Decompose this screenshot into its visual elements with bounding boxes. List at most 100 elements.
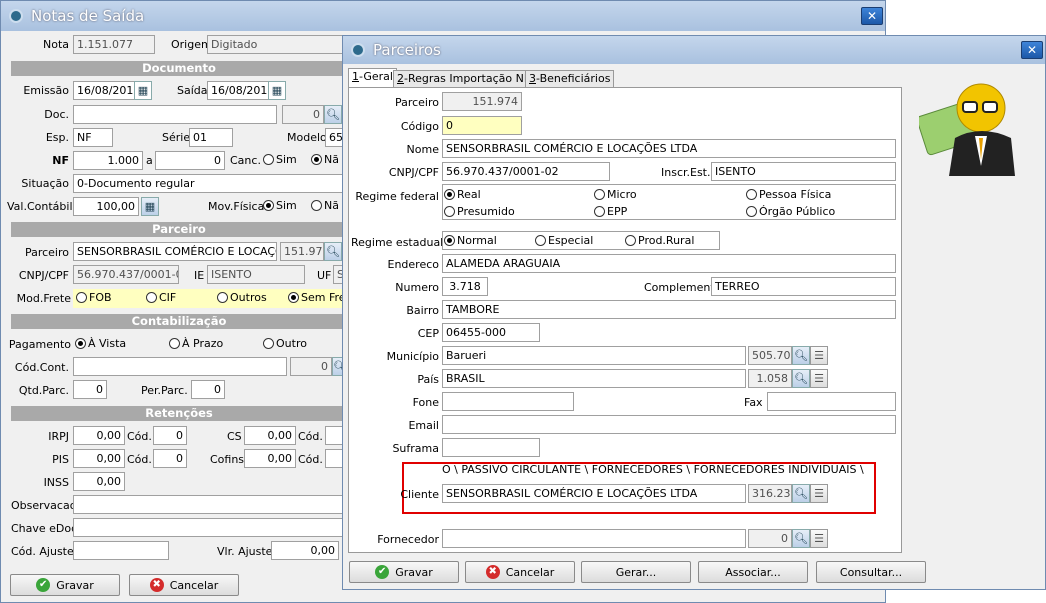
close-icon[interactable]: ✕ bbox=[1021, 41, 1043, 59]
pag-prazo-radio[interactable]: À Prazo bbox=[169, 337, 223, 350]
list-icon[interactable]: ☰ bbox=[810, 346, 828, 365]
ie-field[interactable]: ISENTO bbox=[207, 265, 305, 284]
complemento-field[interactable]: TERREO bbox=[711, 277, 896, 296]
cliente-field[interactable]: SENSORBRASIL COMÉRCIO E LOCAÇÕES LTDA bbox=[442, 484, 746, 503]
qtd-parc-field[interactable]: 0 bbox=[73, 380, 107, 399]
pis-cod-field[interactable]: 0 bbox=[153, 449, 187, 468]
frete-sem-radio[interactable]: Sem Fre bbox=[288, 291, 346, 304]
esp-field[interactable]: NF bbox=[73, 128, 113, 147]
calendar-icon[interactable]: ▦ bbox=[134, 81, 152, 100]
tab-geral[interactable]: 1-Geral bbox=[348, 68, 397, 88]
nf-to-field[interactable]: 0 bbox=[155, 151, 225, 170]
re-normal-radio[interactable]: Normal bbox=[444, 234, 497, 247]
cofins-field[interactable]: 0,00 bbox=[244, 449, 296, 468]
fax-field[interactable] bbox=[767, 392, 896, 411]
rf-pf-radio[interactable]: Pessoa Física bbox=[746, 188, 831, 201]
pais-code-field[interactable]: 1.058 bbox=[748, 369, 792, 388]
search-icon[interactable]: 🔍︎ bbox=[792, 369, 810, 388]
cod-cont-field[interactable] bbox=[73, 357, 287, 376]
close-icon[interactable]: ✕ bbox=[861, 7, 883, 25]
cliente-code-field[interactable]: 316.233 bbox=[748, 484, 792, 503]
inscr-est-field[interactable]: ISENTO bbox=[711, 162, 896, 181]
cnpj-field[interactable]: 56.970.437/0001-02 bbox=[73, 265, 179, 284]
vlr-ajuste-field[interactable]: 0,00 bbox=[271, 541, 339, 560]
cs-field[interactable]: 0,00 bbox=[244, 426, 296, 445]
gravar-button[interactable]: ✔ Gravar bbox=[10, 574, 120, 596]
mov-nao-radio[interactable]: Nã bbox=[311, 199, 339, 212]
parc-gravar-button[interactable]: ✔ Gravar bbox=[349, 561, 459, 583]
cancelar-button[interactable]: ✖ Cancelar bbox=[129, 574, 239, 596]
origem-field[interactable]: Digitado bbox=[207, 35, 347, 54]
list-icon[interactable]: ☰ bbox=[810, 529, 828, 548]
calculator-icon[interactable]: ▦ bbox=[141, 197, 159, 216]
parceiro-field[interactable]: SENSORBRASIL COMÉRCIO E LOCAÇÕES bbox=[73, 242, 277, 261]
nf-from-field[interactable]: 1.000 bbox=[73, 151, 143, 170]
pis-field[interactable]: 0,00 bbox=[73, 449, 125, 468]
canc-nao-radio[interactable]: Nã bbox=[311, 153, 339, 166]
contabilizacao-section: Contabilização bbox=[11, 314, 347, 329]
rf-real-text: Real bbox=[457, 188, 481, 201]
pag-vista-radio[interactable]: À Vista bbox=[75, 337, 126, 350]
cod-ajuste-field[interactable] bbox=[73, 541, 169, 560]
fone-field[interactable] bbox=[442, 392, 574, 411]
municipio-field[interactable]: Barueri bbox=[442, 346, 746, 365]
numero-field[interactable]: 3.718 bbox=[442, 277, 488, 296]
re-especial-radio[interactable]: Especial bbox=[535, 234, 593, 247]
fornecedor-field[interactable] bbox=[442, 529, 746, 548]
tab-beneficiarios[interactable]: 3-Beneficiários bbox=[525, 70, 615, 88]
situacao-field[interactable]: 0-Documento regular bbox=[73, 174, 347, 193]
pais-field[interactable]: BRASIL bbox=[442, 369, 746, 388]
search-icon[interactable]: 🔍︎ bbox=[792, 346, 810, 365]
suframa-field[interactable] bbox=[442, 438, 540, 457]
serie-field[interactable]: 01 bbox=[189, 128, 233, 147]
rf-presumido-radio[interactable]: Presumido bbox=[444, 205, 515, 218]
search-icon[interactable]: 🔍︎ bbox=[792, 484, 810, 503]
parceiro-code-field[interactable]: 151.974 bbox=[442, 92, 522, 111]
list-icon[interactable]: ☰ bbox=[810, 484, 828, 503]
municipio-code-field[interactable]: 505.708 bbox=[748, 346, 792, 365]
gerar-button[interactable]: Gerar... bbox=[581, 561, 691, 583]
search-icon[interactable]: 🔍︎ bbox=[324, 105, 342, 124]
canc-sim-radio[interactable]: Sim bbox=[263, 153, 297, 166]
rf-orgao-radio[interactable]: Órgão Público bbox=[746, 205, 835, 218]
associar-button[interactable]: Associar... bbox=[698, 561, 808, 583]
nome-field[interactable]: SENSORBRASIL COMÉRCIO E LOCAÇÕES LTDA bbox=[442, 139, 896, 158]
irpj-cod-field[interactable]: 0 bbox=[153, 426, 187, 445]
parceiros-titlebar: Parceiros bbox=[343, 36, 1045, 64]
cnpj-field[interactable]: 56.970.437/0001-02 bbox=[442, 162, 610, 181]
per-parc-field[interactable]: 0 bbox=[191, 380, 225, 399]
nota-field[interactable]: 1.151.077 bbox=[73, 35, 155, 54]
calendar-icon[interactable]: ▦ bbox=[268, 81, 286, 100]
frete-fob-radio[interactable]: FOB bbox=[76, 291, 112, 304]
doc-code-field[interactable]: 0 bbox=[282, 105, 324, 124]
rf-micro-radio[interactable]: Micro bbox=[594, 188, 637, 201]
search-icon[interactable]: 🔍︎ bbox=[324, 242, 342, 261]
search-icon[interactable]: 🔍︎ bbox=[792, 529, 810, 548]
email-field[interactable] bbox=[442, 415, 896, 434]
mov-sim-radio[interactable]: Sim bbox=[263, 199, 297, 212]
re-prodrural-radio[interactable]: Prod.Rural bbox=[625, 234, 694, 247]
list-icon[interactable]: ☰ bbox=[810, 369, 828, 388]
consultar-button[interactable]: Consultar... bbox=[816, 561, 926, 583]
observacao-field[interactable] bbox=[73, 495, 347, 514]
cep-field[interactable]: 06455-000 bbox=[442, 323, 540, 342]
nota-label: Nota bbox=[42, 38, 69, 51]
rf-epp-radio[interactable]: EPP bbox=[594, 205, 627, 218]
inss-field[interactable]: 0,00 bbox=[73, 472, 125, 491]
pag-outro-radio[interactable]: Outro bbox=[263, 337, 307, 350]
doc-field[interactable] bbox=[73, 105, 277, 124]
frete-cif-radio[interactable]: CIF bbox=[146, 291, 176, 304]
parceiro-code-field[interactable]: 151.974 bbox=[280, 242, 324, 261]
chave-edoc-field[interactable] bbox=[73, 518, 347, 537]
bairro-field[interactable]: TAMBORE bbox=[442, 300, 896, 319]
frete-outros-radio[interactable]: Outros bbox=[217, 291, 267, 304]
val-contabil-field[interactable]: 100,00 bbox=[73, 197, 139, 216]
cod-cont-code-field[interactable]: 0 bbox=[290, 357, 332, 376]
rf-real-radio[interactable]: Real bbox=[444, 188, 481, 201]
endereco-field[interactable]: ALAMEDA ARAGUAIA bbox=[442, 254, 896, 273]
codigo-field[interactable]: 0 bbox=[442, 116, 522, 135]
irpj-field[interactable]: 0,00 bbox=[73, 426, 125, 445]
parc-cancelar-button[interactable]: ✖ Cancelar bbox=[465, 561, 575, 583]
tab-regras[interactable]: 2-Regras Importação NFe bbox=[393, 70, 541, 88]
fornecedor-code-field[interactable]: 0 bbox=[748, 529, 792, 548]
